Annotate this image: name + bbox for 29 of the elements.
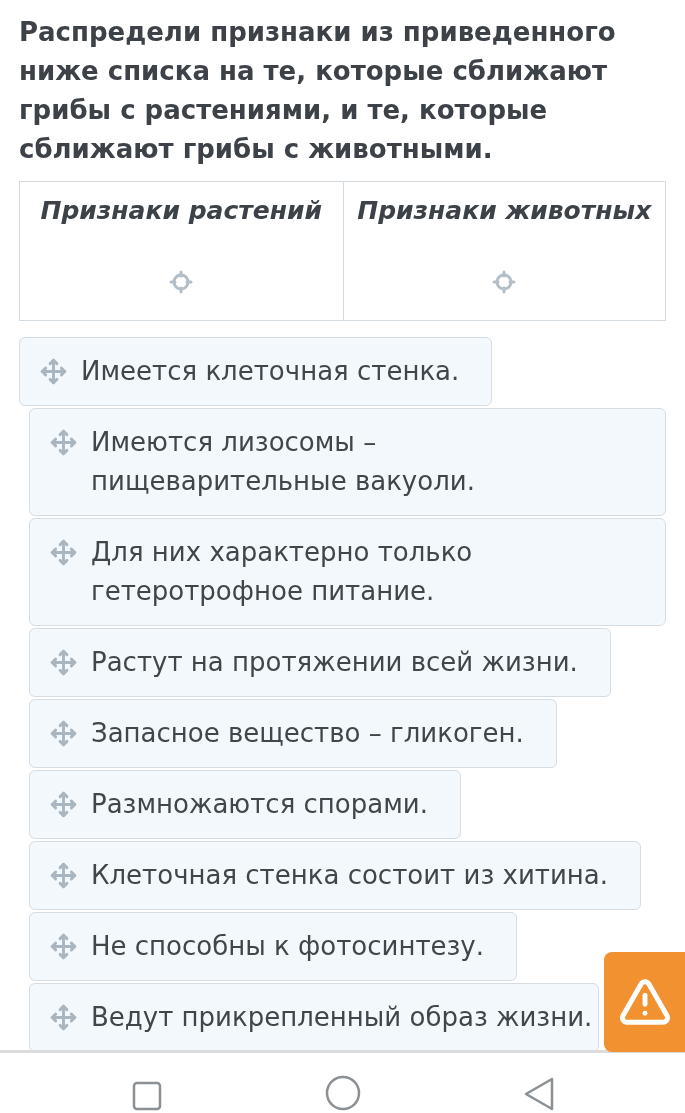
draggable-item[interactable]: Запасное вещество – гликоген. xyxy=(29,699,557,768)
draggable-item[interactable]: Размножаются спорами. xyxy=(29,770,461,839)
draggable-item[interactable]: Растут на протяжении всей жизни. xyxy=(29,628,611,697)
warning-button[interactable] xyxy=(604,952,685,1052)
circle-icon[interactable] xyxy=(324,1075,361,1111)
draggable-item[interactable]: Для них характерно только гетеротрофное питание. xyxy=(29,518,666,626)
back-triangle-icon[interactable] xyxy=(522,1077,555,1111)
draggable-item[interactable]: Имеются лизосомы – пищеварительные вакуоли. xyxy=(29,408,666,516)
move-icon xyxy=(50,720,77,747)
move-icon xyxy=(40,358,67,385)
move-icon xyxy=(50,539,77,566)
draggable-item[interactable]: Не способны к фотосинтезу. xyxy=(29,912,517,981)
move-icon xyxy=(50,1004,77,1031)
move-icon xyxy=(50,649,77,676)
crosshair-icon xyxy=(492,270,517,294)
draggable-item[interactable]: Клеточная стенка состоит из хитина. xyxy=(29,841,642,910)
column-heading: Признаки растений xyxy=(40,195,322,227)
column-heading: Признаки животных xyxy=(357,195,652,227)
question-text: Распредели признаки из приведенного ниже списка на те, которые сближают грибы с растениями, и те, которые сближают грибы с животными. xyxy=(19,16,617,166)
move-icon xyxy=(50,933,77,960)
draggable-item[interactable]: Имеется клеточная стенка. xyxy=(19,337,493,406)
drop-zone[interactable]: Признаки растений xyxy=(20,182,343,320)
drop-zone[interactable]: Признаки животных xyxy=(342,182,665,320)
move-icon xyxy=(50,791,77,818)
move-icon xyxy=(50,429,77,456)
square-icon[interactable] xyxy=(131,1081,162,1111)
crosshair-icon xyxy=(169,270,194,294)
draggable-item[interactable]: Ведут прикрепленный образ жизни. xyxy=(29,983,600,1050)
move-icon xyxy=(50,862,77,889)
